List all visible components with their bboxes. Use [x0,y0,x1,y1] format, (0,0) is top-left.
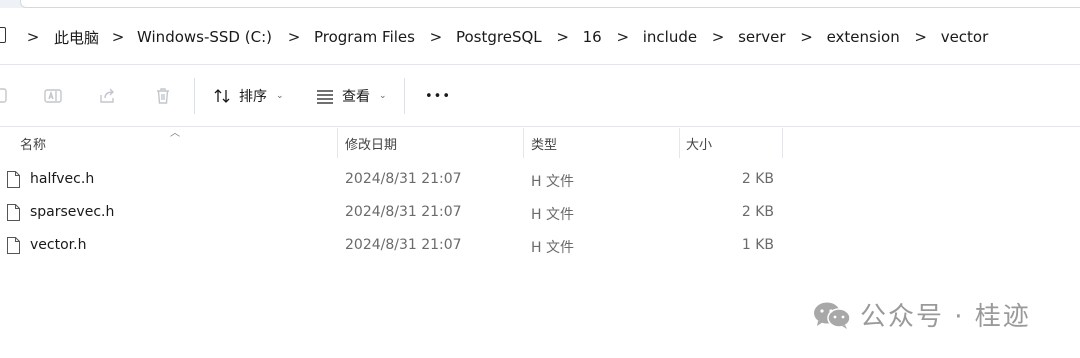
file-icon [7,204,20,221]
view-label: 查看 [342,89,370,105]
breadcrumb-item-postgresql[interactable]: PostgreSQL [456,28,542,46]
delete-icon[interactable] [153,86,173,106]
breadcrumb-item-include[interactable]: include [643,28,697,46]
toolbar-divider [404,78,405,114]
more-options-button[interactable]: ••• [425,88,451,106]
file-name: halfvec.h [30,171,95,187]
chevron-right-icon[interactable]: > [285,28,303,46]
chevron-right-icon[interactable]: > [614,28,632,46]
file-size: 2 KB [741,171,774,187]
column-header-type[interactable]: 类型 [524,128,679,158]
address-bar[interactable]: > 此电脑 > Windows-SSD (C:) > Program Files… [0,10,1080,62]
file-row[interactable]: halfvec.h 2024/8/31 21:07 H 文件 2 KB [0,164,800,196]
file-icon [7,171,20,188]
watermark-text: 公众号 · 桂迹 [860,302,1031,332]
file-size: 1 KB [741,237,774,253]
file-row[interactable]: sparsevec.h 2024/8/31 21:07 H 文件 2 KB [0,197,800,229]
window-top-edge [0,0,1080,8]
breadcrumb-item-server[interactable]: server [738,28,785,46]
file-date: 2024/8/31 21:07 [345,237,462,253]
column-header-size[interactable]: 大小 [680,128,782,158]
chevron-right-icon[interactable]: > [554,28,572,46]
share-icon[interactable] [98,86,118,106]
copy-icon[interactable] [0,86,12,106]
wechat-logo-icon [812,301,852,329]
view-icon [315,86,335,106]
chevron-right-icon[interactable]: > [24,28,42,46]
breadcrumb-item-this-pc[interactable]: 此电脑 [54,27,99,48]
sort-label: 排序 [239,89,267,105]
sort-icon [212,86,232,106]
view-button[interactable]: 查看 ⌄ [315,84,387,108]
file-type: H 文件 [531,207,574,223]
breadcrumb-item-extension[interactable]: extension [827,28,900,46]
this-pc-icon[interactable] [0,27,6,43]
breadcrumb-item-vector[interactable]: vector [941,28,989,46]
divider [0,126,1080,127]
file-size: 2 KB [741,204,774,220]
chevron-down-icon: ⌄ [379,91,387,101]
chevron-right-icon[interactable]: > [798,28,816,46]
file-type: H 文件 [531,174,574,190]
watermark: 公众号 · 桂迹 [812,296,1031,333]
file-date: 2024/8/31 21:07 [345,171,462,187]
column-header-name[interactable]: 名称 [0,128,336,158]
chevron-right-icon[interactable]: > [709,28,727,46]
breadcrumb-item-program-files[interactable]: Program Files [314,28,415,46]
chevron-right-icon[interactable]: > [109,28,127,46]
sort-button[interactable]: 排序 ⌄ [212,84,284,108]
file-name: vector.h [30,237,87,253]
chevron-down-icon: ⌄ [276,91,284,101]
file-row[interactable]: vector.h 2024/8/31 21:07 H 文件 1 KB [0,230,800,262]
command-bar: 排序 ⌄ 查看 ⌄ ••• [0,66,1080,126]
file-date: 2024/8/31 21:07 [345,204,462,220]
chevron-right-icon[interactable]: > [912,28,930,46]
chevron-right-icon[interactable]: > [427,28,445,46]
toolbar-divider [194,78,195,114]
breadcrumb: > 此电脑 > Windows-SSD (C:) > Program Files… [24,25,989,49]
file-type: H 文件 [531,240,574,256]
column-header-date[interactable]: 修改日期 [338,128,523,158]
file-icon [7,237,20,254]
column-divider[interactable] [782,128,783,158]
breadcrumb-item-16[interactable]: 16 [583,28,602,46]
rename-icon[interactable] [43,86,63,106]
divider [0,64,1080,65]
breadcrumb-item-drive[interactable]: Windows-SSD (C:) [137,28,272,46]
file-name: sparsevec.h [30,204,115,220]
